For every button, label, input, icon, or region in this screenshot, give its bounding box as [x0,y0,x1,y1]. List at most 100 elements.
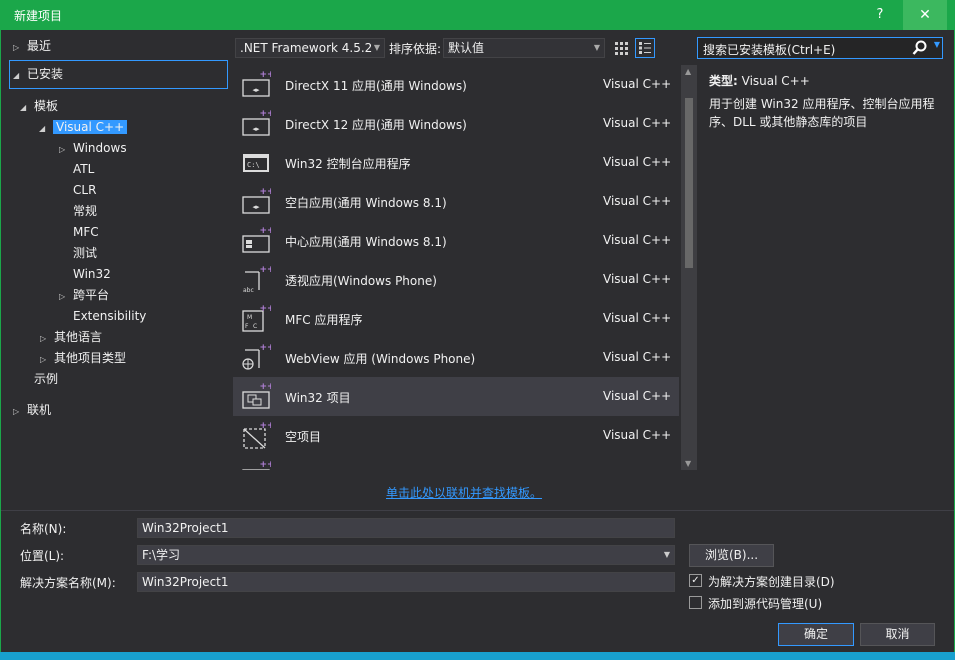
tree-item-test[interactable]: 测试 [73,243,97,263]
tree-item-label: ATL [73,162,95,176]
template-row-selected[interactable]: ++ Win32 项目 Visual C++ [233,377,679,416]
win32-project-icon: ++ [242,382,271,409]
tree-item-general[interactable]: 常规 [73,201,97,221]
expand-arrow-icon[interactable]: ▷ [59,140,73,160]
ok-button[interactable]: 确定 [778,623,854,646]
tree-item-label: MFC [73,225,99,239]
tree-item-templates[interactable]: ◢ 模板 [20,96,58,116]
chevron-down-icon[interactable]: ▼ [934,40,940,49]
tree-item-recent[interactable]: ▷ 最近 [13,36,51,56]
expand-arrow-icon[interactable]: ▷ [40,350,54,370]
help-button[interactable]: ? [866,0,894,30]
tree-item-other-languages[interactable]: ▷ 其他语言 [40,327,102,347]
svg-text:++: ++ [259,265,271,275]
tree-item-visual-cpp[interactable]: ◢ Visual C++ [39,117,128,139]
template-language: Visual C++ [603,77,672,91]
tree-item-clr[interactable]: CLR [73,180,96,200]
list-view-icon [639,42,651,54]
framework-dropdown[interactable]: .NET Framework 4.5.2 ▼ [235,38,385,58]
type-value: Visual C++ [741,74,810,88]
expand-arrow-icon[interactable]: ▷ [13,38,27,58]
scroll-up-icon[interactable]: ▲ [685,67,691,76]
template-row[interactable]: ++ 中心应用(通用 Windows 8.1) Visual C++ [233,221,679,260]
search-icon[interactable] [912,39,928,57]
location-combobox[interactable]: F:\学习 ▼ [137,545,675,565]
expand-arrow-icon[interactable]: ▷ [40,329,54,349]
add-to-source-control-checkbox[interactable]: 添加到源代码管理(U) [689,594,849,612]
expand-arrow-icon[interactable]: ▷ [59,287,73,307]
tree-item-extensibility[interactable]: Extensibility [73,306,146,326]
create-solution-directory-checkbox[interactable]: ✓ 为解决方案创建目录(D) [689,572,849,590]
template-search-input[interactable]: 搜索已安装模板(Ctrl+E) ▼ [697,37,943,59]
tree-item-samples[interactable]: 示例 [34,369,58,389]
chevron-down-icon: ▼ [593,43,600,52]
scrollbar-thumb[interactable] [685,98,693,268]
collapse-arrow-icon[interactable]: ◢ [20,98,34,118]
collapse-arrow-icon[interactable]: ◢ [13,66,27,86]
tree-item-label: 其他语言 [54,330,103,344]
tree-item-atl[interactable]: ATL [73,159,94,179]
svg-text:C: C [253,323,257,330]
close-button[interactable]: ✕ [903,0,947,30]
small-icons-view-button[interactable] [611,38,631,58]
checkmark-icon[interactable]: ✓ [689,574,702,587]
tree-item-mfc[interactable]: MFC [73,222,99,242]
svg-text:◂▸: ◂▸ [252,125,260,133]
svg-text:++: ++ [259,382,271,392]
location-label: 位置(L): [20,549,65,563]
template-language: Visual C++ [603,116,672,130]
svg-text:C:\: C:\ [247,161,260,169]
tree-item-windows[interactable]: ▷ Windows [59,138,127,158]
hub-app-icon: ++ [242,226,271,253]
template-name: 透视应用(Windows Phone) [285,274,437,288]
svg-text:++: ++ [259,343,271,353]
template-name: WebView 应用 (Windows Phone) [285,352,476,366]
template-row[interactable]: ◂▸ ++ DirectX 12 应用(通用 Windows) Visual C… [233,104,679,143]
svg-text:++: ++ [259,187,271,197]
template-language: Visual C++ [603,350,672,364]
template-row[interactable]: ++ 空项目 Visual C++ [233,416,679,455]
find-templates-online-link[interactable]: 单击此处以联机并查找模板。 [386,484,542,501]
tree-item-installed[interactable]: ◢ 已安装 [13,64,63,84]
template-name: Win32 控制台应用程序 [285,157,411,171]
svg-text:++: ++ [259,304,271,314]
template-row-partial[interactable]: ++ [233,455,679,470]
tree-item-label: Visual C++ [53,120,128,134]
title-bar: 新建项目 ? ✕ [0,0,955,30]
template-row[interactable]: ◂▸ ++ DirectX 11 应用(通用 Windows) Visual C… [233,65,679,104]
scroll-down-icon[interactable]: ▼ [685,459,691,468]
tree-item-online[interactable]: ▷ 联机 [13,400,51,420]
browse-button[interactable]: 浏览(B)... [689,544,774,567]
checkbox-empty-icon[interactable] [689,596,702,609]
template-row[interactable]: ◂▸ ++ 空白应用(通用 Windows 8.1) Visual C++ [233,182,679,221]
svg-text:++: ++ [259,109,271,119]
sort-value: 默认值 [448,41,485,55]
details-view-button[interactable] [635,38,655,58]
project-name-input[interactable]: Win32Project1 [137,518,675,538]
framework-value: .NET Framework 4.5.2 [240,41,373,55]
template-row[interactable]: M F C ++ MFC 应用程序 Visual C++ [233,299,679,338]
tree-item-label: Win32 [73,267,111,281]
cancel-button[interactable]: 取消 [860,623,935,646]
template-row[interactable]: C:\ Win32 控制台应用程序 Visual C++ [233,143,679,182]
directx-app-icon: ◂▸ ++ [242,70,271,97]
directx-app-icon: ◂▸ ++ [242,109,271,136]
chevron-down-icon[interactable]: ▼ [664,546,670,564]
expand-arrow-icon[interactable]: ▷ [13,402,27,422]
template-name: 空项目 [285,430,322,444]
tree-item-cross-platform[interactable]: ▷ 跨平台 [59,285,109,305]
sort-dropdown[interactable]: 默认值 ▼ [443,38,605,58]
collapse-arrow-icon[interactable]: ◢ [39,119,53,139]
template-details-panel: 类型: Visual C++ 用于创建 Win32 应用程序、控制台应用程序、D… [709,72,945,131]
template-list-scrollbar[interactable]: ▲ ▼ [681,65,697,470]
tree-item-other-project-types[interactable]: ▷ 其他项目类型 [40,348,126,368]
tree-item-label: 示例 [34,372,59,386]
solution-name-input[interactable]: Win32Project1 [137,572,675,592]
window-title: 新建项目 [14,9,63,23]
template-row[interactable]: ++ WebView 应用 (Windows Phone) Visual C++ [233,338,679,377]
solution-name-value: Win32Project1 [142,575,229,589]
tree-item-win32[interactable]: Win32 [73,264,111,284]
tree-item-label: 跨平台 [73,288,110,302]
svg-text:F: F [245,323,249,330]
template-row[interactable]: abc ++ 透视应用(Windows Phone) Visual C++ [233,260,679,299]
